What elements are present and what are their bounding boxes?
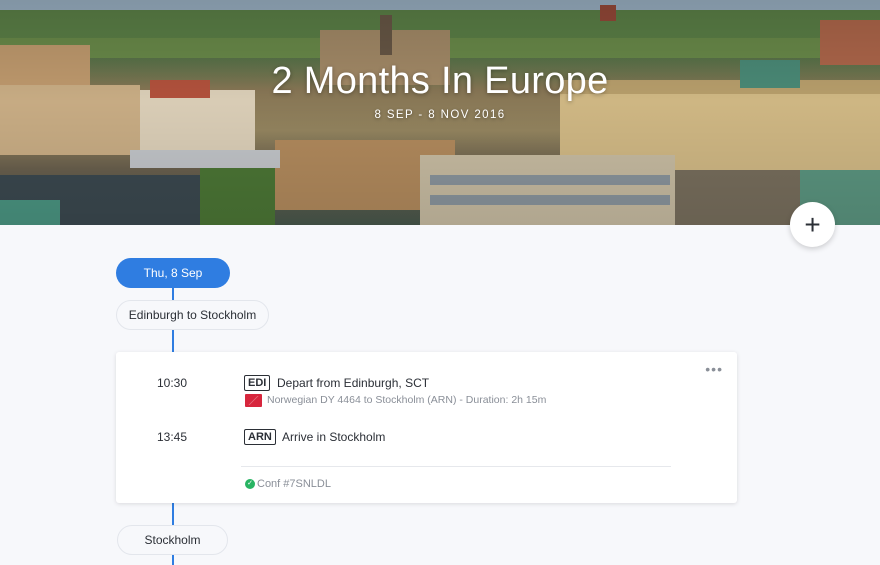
flight-card[interactable]: ••• 10:30 EDI Depart from Edinburgh, SCT… xyxy=(116,352,737,503)
more-options-icon[interactable]: ••• xyxy=(705,362,723,376)
arrival-title[interactable]: Arrive in Stockholm xyxy=(282,430,385,444)
trip-date-range: 8 SEP - 8 NOV 2016 xyxy=(374,109,506,121)
day-header-pill[interactable]: Thu, 8 Sep xyxy=(116,258,230,288)
day-label: Thu, 8 Sep xyxy=(143,266,203,280)
airline-logo-icon xyxy=(245,394,262,407)
add-item-button[interactable]: + xyxy=(790,202,835,247)
trip-title: 2 Months In Europe xyxy=(271,60,609,102)
timeline-connector xyxy=(172,555,174,565)
card-divider xyxy=(241,466,671,467)
confirmation-number: Conf #7SNLDL xyxy=(257,478,331,490)
timeline-connector xyxy=(172,503,174,525)
arrival-time: 13:45 xyxy=(157,430,188,444)
plus-icon: + xyxy=(804,208,821,240)
timeline-connector xyxy=(172,330,174,352)
departure-title[interactable]: Depart from Edinburgh, SCT xyxy=(277,376,429,390)
departure-time: 10:30 xyxy=(157,376,188,390)
flight-details: Norwegian DY 4464 to Stockholm (ARN) - D… xyxy=(267,394,547,406)
departure-airport-code: EDI xyxy=(244,375,271,391)
timeline-connector xyxy=(172,288,174,300)
place-pill[interactable]: Stockholm xyxy=(117,525,228,555)
segment-pill[interactable]: Edinburgh to Stockholm xyxy=(116,300,269,330)
trip-cover-image: 2 Months In Europe 8 SEP - 8 NOV 2016 xyxy=(0,0,880,225)
segment-label: Edinburgh to Stockholm xyxy=(128,308,257,322)
check-circle-icon: ✓ xyxy=(245,479,255,489)
arrival-airport-code: ARN xyxy=(244,429,276,445)
place-label: Stockholm xyxy=(144,533,201,547)
